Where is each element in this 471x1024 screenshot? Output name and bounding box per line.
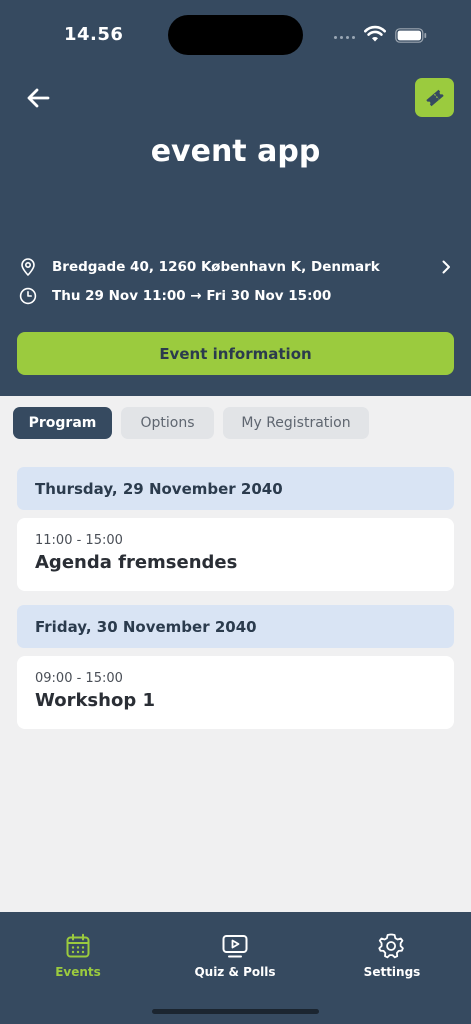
session-time: 11:00 - 15:00 xyxy=(35,533,123,548)
datetime-text: Thu 29 Nov 11:00 → Fri 30 Nov 15:00 xyxy=(52,288,332,304)
clock-icon xyxy=(19,287,37,305)
nav-settings-label: Settings xyxy=(363,965,421,979)
dynamic-island xyxy=(168,15,303,55)
tab-bar: Program Options My Registration xyxy=(13,407,369,439)
tab-options[interactable]: Options xyxy=(121,407,214,439)
wifi-icon xyxy=(364,25,386,42)
tab-program[interactable]: Program xyxy=(13,407,112,439)
event-information-button[interactable]: Event information xyxy=(17,332,454,375)
datetime-row: Thu 29 Nov 11:00 → Fri 30 Nov 15:00 xyxy=(18,283,458,309)
cellular-signal-icon xyxy=(334,34,358,40)
day-header: Thursday, 29 November 2040 xyxy=(17,467,454,510)
status-time: 14.56 xyxy=(64,24,124,45)
session-card[interactable]: 09:00 - 15:00 Workshop 1 xyxy=(17,656,454,729)
back-button[interactable] xyxy=(22,82,54,114)
chevron-right-icon xyxy=(442,260,450,274)
arrow-left-icon xyxy=(27,88,50,108)
gear-icon xyxy=(378,933,404,959)
session-time: 09:00 - 15:00 xyxy=(35,671,123,686)
nav-quiz-polls-label: Quiz & Polls xyxy=(194,965,276,979)
nav-settings[interactable]: Settings xyxy=(332,932,452,988)
nav-events-label: Events xyxy=(55,965,101,979)
session-title: Workshop 1 xyxy=(35,690,155,711)
bottom-navigation: Events Quiz & Polls Settings xyxy=(0,912,471,1024)
location-pin-icon xyxy=(21,258,35,276)
event-header: 14.56 event app Bredgade 40, 1260 Københ… xyxy=(0,0,471,396)
nav-quiz-polls[interactable]: Quiz & Polls xyxy=(175,932,295,988)
event-title: event app xyxy=(150,134,321,169)
day-header: Friday, 30 November 2040 xyxy=(17,605,454,648)
status-bar: 14.56 xyxy=(0,0,471,64)
ticket-icon xyxy=(425,89,444,106)
location-row[interactable]: Bredgade 40, 1260 København K, Denmark xyxy=(18,254,458,280)
battery-icon xyxy=(395,28,427,43)
ticket-button[interactable] xyxy=(415,78,454,117)
tab-my-registration[interactable]: My Registration xyxy=(223,407,369,439)
home-indicator xyxy=(152,1009,319,1014)
play-screen-icon xyxy=(222,935,248,958)
calendar-icon xyxy=(66,933,90,958)
session-card[interactable]: 11:00 - 15:00 Agenda fremsendes xyxy=(17,518,454,591)
location-text: Bredgade 40, 1260 København K, Denmark xyxy=(52,259,380,275)
nav-events[interactable]: Events xyxy=(18,932,138,988)
session-title: Agenda fremsendes xyxy=(35,552,238,573)
